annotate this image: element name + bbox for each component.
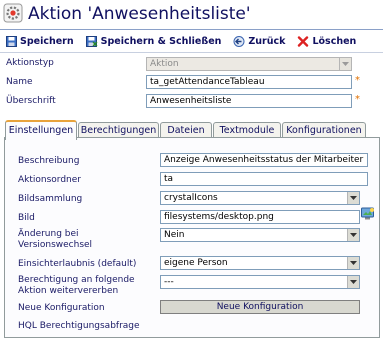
- name-value: ta_getAttendanceTableau: [150, 77, 265, 87]
- desktop-preview-icon[interactable]: [361, 207, 375, 224]
- tab-berechtigungen[interactable]: Berechtigungen: [78, 122, 159, 138]
- neue-konfiguration-button[interactable]: Neue Konfiguration: [160, 300, 360, 314]
- weitervererben-label-line1: Berechtigung an folgende: [18, 275, 135, 285]
- save-close-label: Speichern & Schließen: [100, 36, 222, 47]
- beschreibung-value: Anzeige Anwesenheitsstatus der Mitarbeit…: [164, 155, 364, 165]
- name-label: Name: [6, 77, 33, 87]
- weitervererben-label-line2: Aktion weitervererben: [18, 286, 119, 296]
- ueberschrift-value: Anwesenheitsliste: [150, 96, 232, 106]
- chevron-down-icon: [339, 58, 351, 70]
- save-button[interactable]: Speichern: [6, 36, 74, 47]
- aenderung-label-line1: Änderung bei: [18, 229, 79, 239]
- required-marker: *: [355, 94, 360, 105]
- einsicht-value: eigene Person: [164, 258, 228, 268]
- floppy-close-icon: [85, 36, 98, 47]
- page-title: Aktion 'Anwesenheitsliste': [28, 4, 251, 24]
- bildsammlung-value: crystalIcons: [164, 193, 218, 203]
- bildsammlung-select[interactable]: crystalIcons: [160, 191, 360, 205]
- aktionsordner-input[interactable]: ta: [160, 172, 368, 186]
- hql-label: HQL Berechtigungsabfrage: [18, 321, 140, 331]
- aenderung-value: Nein: [164, 230, 185, 240]
- delete-label: Löschen: [312, 36, 357, 47]
- chevron-down-icon: [347, 192, 359, 204]
- chevron-down-icon: [347, 257, 359, 269]
- aktionstyp-value: Aktion: [150, 59, 179, 69]
- tab-textmodule[interactable]: Textmodule: [213, 122, 281, 138]
- neue-konfig-label: Neue Konfiguration: [18, 303, 105, 313]
- back-button[interactable]: Zurück: [233, 36, 285, 47]
- title-divider: [0, 29, 383, 30]
- ueberschrift-label: Überschrift: [6, 96, 56, 106]
- aktionstyp-select[interactable]: Aktion: [146, 57, 352, 71]
- name-input[interactable]: ta_getAttendanceTableau: [146, 75, 352, 89]
- bild-input[interactable]: filesystems/desktop.png: [160, 210, 360, 224]
- save-label: Speichern: [20, 36, 74, 47]
- einsicht-select[interactable]: eigene Person: [160, 256, 360, 270]
- beschreibung-input[interactable]: Anzeige Anwesenheitsstatus der Mitarbeit…: [160, 153, 368, 167]
- aktionstyp-label: Aktionstyp: [6, 58, 54, 68]
- back-label: Zurück: [248, 36, 286, 47]
- delete-button[interactable]: Löschen: [297, 36, 356, 47]
- action-gear-icon: [3, 3, 23, 23]
- einsicht-label: Einsichterlaubnis (default): [18, 259, 137, 269]
- weitervererben-value: ---: [164, 277, 174, 287]
- chevron-down-icon: [347, 229, 359, 241]
- save-close-button[interactable]: Speichern & Schließen: [85, 36, 222, 47]
- aktionsordner-value: ta: [164, 174, 174, 184]
- toolbar-divider: [0, 52, 383, 53]
- ueberschrift-input[interactable]: Anwesenheitsliste: [146, 94, 352, 108]
- aenderung-label-line2: Versionswechsel: [18, 240, 93, 250]
- required-marker: *: [355, 75, 360, 86]
- delete-x-icon: [298, 36, 309, 47]
- aktionsordner-label: Aktionsordner: [18, 175, 81, 185]
- tab-einstellungen[interactable]: Einstellungen: [5, 120, 77, 140]
- aenderung-select[interactable]: Nein: [160, 228, 360, 242]
- back-arrow-icon: [233, 36, 245, 47]
- toolbar: Speichern Speichern & Schließen Zurück L…: [6, 34, 368, 49]
- tab-konfigurationen[interactable]: Konfigurationen: [282, 122, 366, 138]
- beschreibung-label: Beschreibung: [18, 156, 80, 166]
- bild-value: filesystems/desktop.png: [164, 212, 274, 222]
- chevron-down-icon: [347, 276, 359, 288]
- bildsammlung-label: Bildsammlung: [18, 194, 83, 204]
- bild-label: Bild: [18, 213, 35, 223]
- weitervererben-select[interactable]: ---: [160, 275, 360, 289]
- floppy-icon: [6, 36, 17, 47]
- tab-dateien[interactable]: Dateien: [160, 122, 212, 138]
